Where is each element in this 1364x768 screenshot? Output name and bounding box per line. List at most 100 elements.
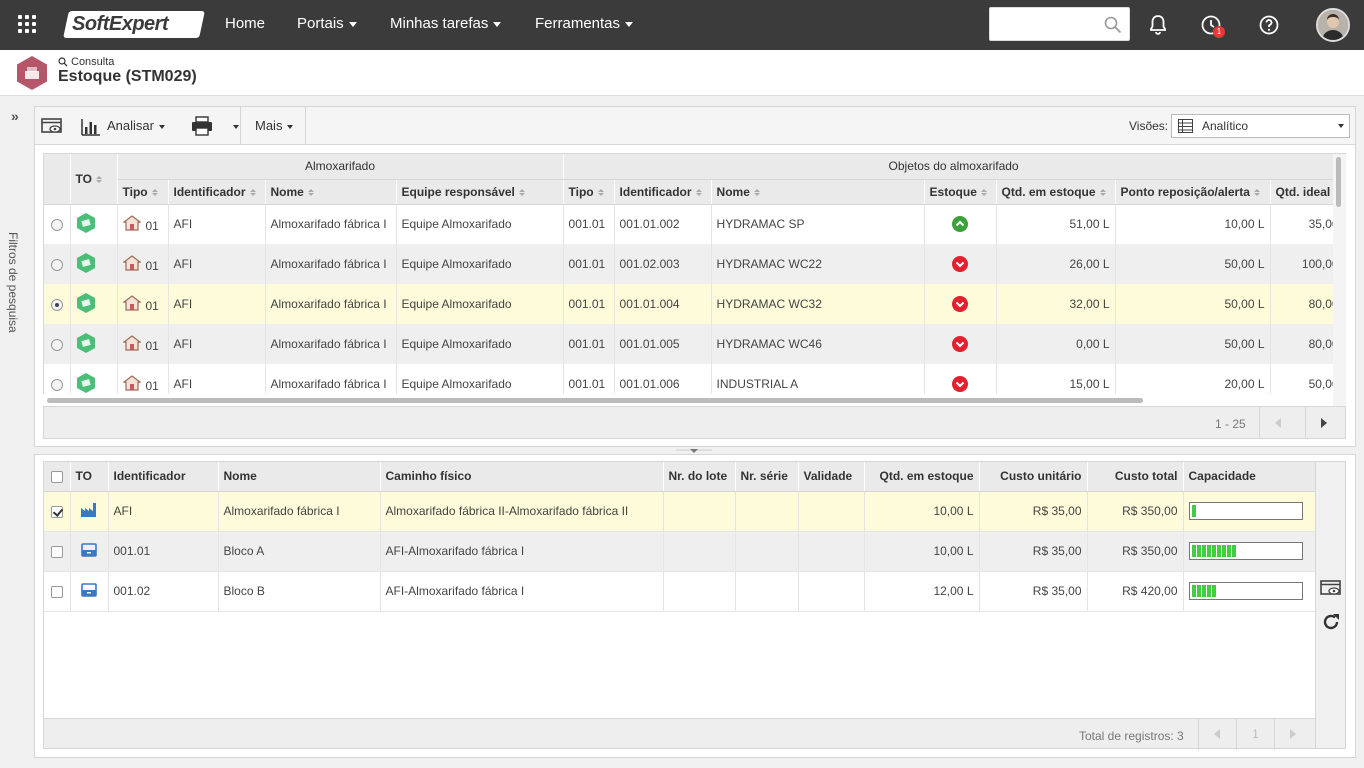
column-header-identificador[interactable]: Identificador bbox=[108, 462, 219, 492]
nav-home[interactable]: Home bbox=[225, 0, 265, 50]
row-checkbox[interactable] bbox=[50, 545, 63, 558]
pager-prev-button[interactable] bbox=[1259, 407, 1297, 438]
grid2-pager: Total de registros: 3 1 bbox=[43, 719, 1316, 750]
column-header-nr-serie[interactable]: Nr. série bbox=[735, 462, 799, 492]
table-row[interactable]: AFI Almoxarifado fábrica I Almoxarifado fá… bbox=[44, 491, 1315, 532]
column-header-estoque[interactable]: Estoque bbox=[924, 179, 997, 205]
pager-next-button[interactable] bbox=[1274, 719, 1312, 750]
grid1-vertical-scrollbar[interactable] bbox=[1333, 153, 1346, 406]
column-header-caminho-fisico[interactable]: Caminho físico bbox=[380, 462, 664, 492]
identificador-objeto-cell: 001.01.006 bbox=[614, 364, 712, 394]
double-chevron-right-icon[interactable]: » bbox=[11, 108, 19, 124]
table-row[interactable]: 001.02 Bloco B AFI-Almoxarifado fábrica I 1… bbox=[44, 571, 1315, 612]
print-menu-toggle[interactable] bbox=[228, 107, 239, 144]
visoes-select[interactable]: Analítico bbox=[1171, 114, 1350, 138]
row-radio[interactable] bbox=[50, 258, 63, 271]
column-header-validade[interactable]: Validade bbox=[798, 462, 865, 492]
column-header-nome[interactable]: Nome bbox=[218, 462, 381, 492]
refresh-icon[interactable] bbox=[1321, 612, 1341, 632]
column-header-qtd-estoque[interactable]: Qtd. em estoque bbox=[996, 179, 1116, 205]
caminho-fisico-cell: AFI-Almoxarifado fábrica I bbox=[380, 571, 664, 612]
row-select-cell[interactable] bbox=[44, 244, 71, 284]
view-record-icon[interactable] bbox=[1320, 579, 1342, 597]
print-button[interactable] bbox=[191, 107, 213, 144]
column-header-qtd-estoque[interactable]: Qtd. em estoque bbox=[864, 462, 980, 492]
sidebar-filter-label[interactable]: Filtros de pesquisa bbox=[6, 232, 20, 342]
table-row[interactable]: 01 AFI Almoxarifado fábrica I Equipe Almoxa… bbox=[44, 244, 1333, 284]
row-radio[interactable] bbox=[50, 298, 63, 311]
select-all-header[interactable] bbox=[44, 462, 71, 492]
row-checkbox[interactable] bbox=[50, 505, 63, 518]
column-header-equipe[interactable]: Equipe responsável bbox=[396, 179, 564, 205]
page-title: Estoque (STM029) bbox=[58, 68, 197, 85]
select-all-checkbox[interactable] bbox=[50, 471, 63, 484]
analisar-button[interactable]: Analisar bbox=[81, 107, 165, 144]
pager-next-button[interactable] bbox=[1305, 407, 1345, 438]
nav-ferramentas[interactable]: Ferramentas bbox=[535, 0, 634, 50]
validade-cell bbox=[798, 571, 865, 612]
storage-bin-icon bbox=[81, 582, 97, 597]
qtd-estoque-cell: 10,00 L bbox=[864, 491, 980, 532]
row-select-cell[interactable] bbox=[44, 491, 71, 532]
ponto-reposicao-cell: 50,00 L bbox=[1115, 244, 1271, 284]
estoque-status-cell bbox=[924, 284, 997, 324]
object-type-cell bbox=[70, 571, 109, 612]
search-filters-sidebar[interactable]: » Filtros de pesquisa bbox=[0, 98, 30, 768]
row-checkbox[interactable] bbox=[50, 585, 63, 598]
table-row[interactable]: 01 AFI Almoxarifado fábrica I Equipe Almoxa… bbox=[44, 204, 1333, 244]
row-select-cell[interactable] bbox=[44, 571, 71, 612]
row-select-cell[interactable] bbox=[44, 364, 71, 394]
global-search-input[interactable] bbox=[989, 7, 1130, 41]
column-header-custo-total[interactable]: Custo total bbox=[1087, 462, 1184, 492]
column-header-nr-lote[interactable]: Nr. do lote bbox=[663, 462, 736, 492]
row-select-cell[interactable] bbox=[44, 324, 71, 364]
view-record-button[interactable] bbox=[41, 107, 63, 144]
estoque-status-cell bbox=[924, 324, 997, 364]
object-type-cell bbox=[70, 284, 118, 324]
bell-icon[interactable] bbox=[1146, 13, 1170, 37]
column-header-tipo-objeto[interactable]: Tipo bbox=[563, 179, 615, 205]
column-header-nome[interactable]: Nome bbox=[265, 179, 397, 205]
user-avatar[interactable] bbox=[1316, 8, 1350, 42]
nav-minhas-tarefas[interactable]: Minhas tarefas bbox=[390, 0, 502, 50]
column-header-custo-unitario[interactable]: Custo unitário bbox=[979, 462, 1088, 492]
softexpert-logo[interactable]: SoftExpert bbox=[63, 11, 205, 38]
column-header-to[interactable]: TO bbox=[70, 154, 118, 205]
apps-grid-icon[interactable] bbox=[18, 15, 38, 35]
row-radio[interactable] bbox=[50, 378, 63, 391]
row-radio[interactable] bbox=[50, 338, 63, 351]
select-column-header bbox=[44, 154, 71, 205]
mais-button[interactable]: Mais bbox=[255, 107, 294, 144]
nav-portais[interactable]: Portais bbox=[297, 0, 357, 50]
panel-splitter-handle[interactable] bbox=[676, 447, 712, 454]
help-icon[interactable] bbox=[1257, 13, 1281, 37]
search-icon[interactable] bbox=[1104, 16, 1122, 34]
table-row[interactable]: 01 AFI Almoxarifado fábrica I Equipe Almoxa… bbox=[44, 364, 1333, 394]
row-select-cell[interactable] bbox=[44, 204, 71, 244]
row-select-cell[interactable] bbox=[44, 284, 71, 324]
group-header-almoxarifado: Almoxarifado bbox=[117, 154, 564, 180]
column-header-capacidade[interactable]: Capacidade bbox=[1183, 462, 1315, 492]
row-select-cell[interactable] bbox=[44, 531, 71, 572]
column-header-qtd-ideal[interactable]: Qtd. ideal bbox=[1270, 179, 1333, 205]
row-radio[interactable] bbox=[50, 219, 63, 232]
capacity-bar bbox=[1188, 542, 1303, 560]
pager-prev-button[interactable] bbox=[1198, 719, 1236, 750]
table-row[interactable]: 01 AFI Almoxarifado fábrica I Equipe Almoxa… bbox=[44, 284, 1333, 324]
top-navigation-bar: SoftExpert Home Portais Minhas tarefas F… bbox=[0, 0, 1364, 50]
notification-badge: 1 bbox=[1213, 26, 1225, 38]
table-row[interactable]: 01 AFI Almoxarifado fábrica I Equipe Almoxa… bbox=[44, 324, 1333, 364]
table-row[interactable]: 001.01 Bloco A AFI-Almoxarifado fábrica I 1… bbox=[44, 531, 1315, 572]
column-header-tipo[interactable]: Tipo bbox=[117, 179, 169, 205]
warehouse-icon bbox=[121, 255, 142, 271]
column-header-identificador[interactable]: Identificador bbox=[168, 179, 266, 205]
column-header-identificador-objeto[interactable]: Identificador bbox=[614, 179, 712, 205]
pager-page-number[interactable]: 1 bbox=[1236, 719, 1274, 750]
total-records: Total de registros: 3 bbox=[1079, 729, 1184, 743]
chevron-down-icon bbox=[493, 21, 502, 27]
grid1-horizontal-scrollbar[interactable] bbox=[43, 394, 1333, 406]
column-header-to[interactable]: TO bbox=[70, 462, 109, 492]
column-header-nome-objeto[interactable]: Nome bbox=[711, 179, 925, 205]
column-header-ponto-reposicao[interactable]: Ponto reposição/alerta bbox=[1115, 179, 1271, 205]
custo-unitario-cell: R$ 35,00 bbox=[979, 531, 1088, 572]
